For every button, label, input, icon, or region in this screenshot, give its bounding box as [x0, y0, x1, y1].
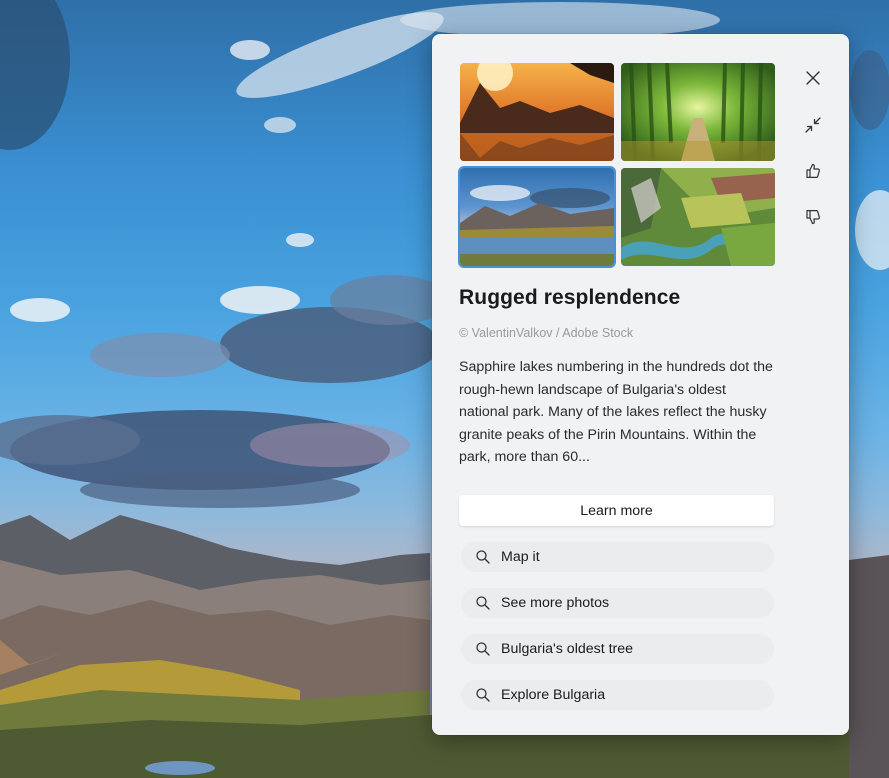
- spotlight-description: Sapphire lakes numbering in the hundreds…: [459, 359, 773, 466]
- bamboo-forest-thumbnail[interactable]: [621, 63, 775, 161]
- collapse-icon[interactable]: [800, 112, 826, 138]
- search-suggestion-label: Explore Bulgaria: [501, 687, 606, 703]
- search-icon: [475, 549, 491, 565]
- search-suggestion-see-more-photos[interactable]: See more photos: [461, 588, 774, 618]
- learn-more-button[interactable]: Learn more: [459, 495, 774, 526]
- spotlight-panel: Rugged resplendence © ValentinValkov / A…: [432, 34, 849, 735]
- search-icon: [475, 687, 491, 703]
- search-suggestion-label: See more photos: [501, 595, 610, 611]
- search-suggestion-oldest-tree[interactable]: Bulgaria's oldest tree: [461, 634, 774, 664]
- search-icon: [475, 595, 491, 611]
- photo-credit: © ValentinValkov / Adobe Stock: [459, 326, 634, 340]
- aerial-valley-thumbnail[interactable]: [621, 168, 775, 266]
- search-suggestion-label: Bulgaria's oldest tree: [501, 641, 634, 657]
- search-suggestion-explore-bulgaria[interactable]: Explore Bulgaria: [461, 680, 774, 710]
- search-suggestion-label: Map it: [501, 549, 540, 565]
- thumbs-up-icon[interactable]: [800, 158, 826, 184]
- thumbs-down-icon[interactable]: [800, 204, 826, 230]
- close-icon[interactable]: [800, 65, 826, 91]
- spotlight-title: Rugged resplendence: [459, 286, 681, 309]
- mountain-lake-thumbnail[interactable]: [458, 166, 616, 268]
- search-suggestion-map-it[interactable]: Map it: [461, 542, 774, 572]
- search-icon: [475, 641, 491, 657]
- sunset-lake-thumbnail[interactable]: [460, 63, 614, 161]
